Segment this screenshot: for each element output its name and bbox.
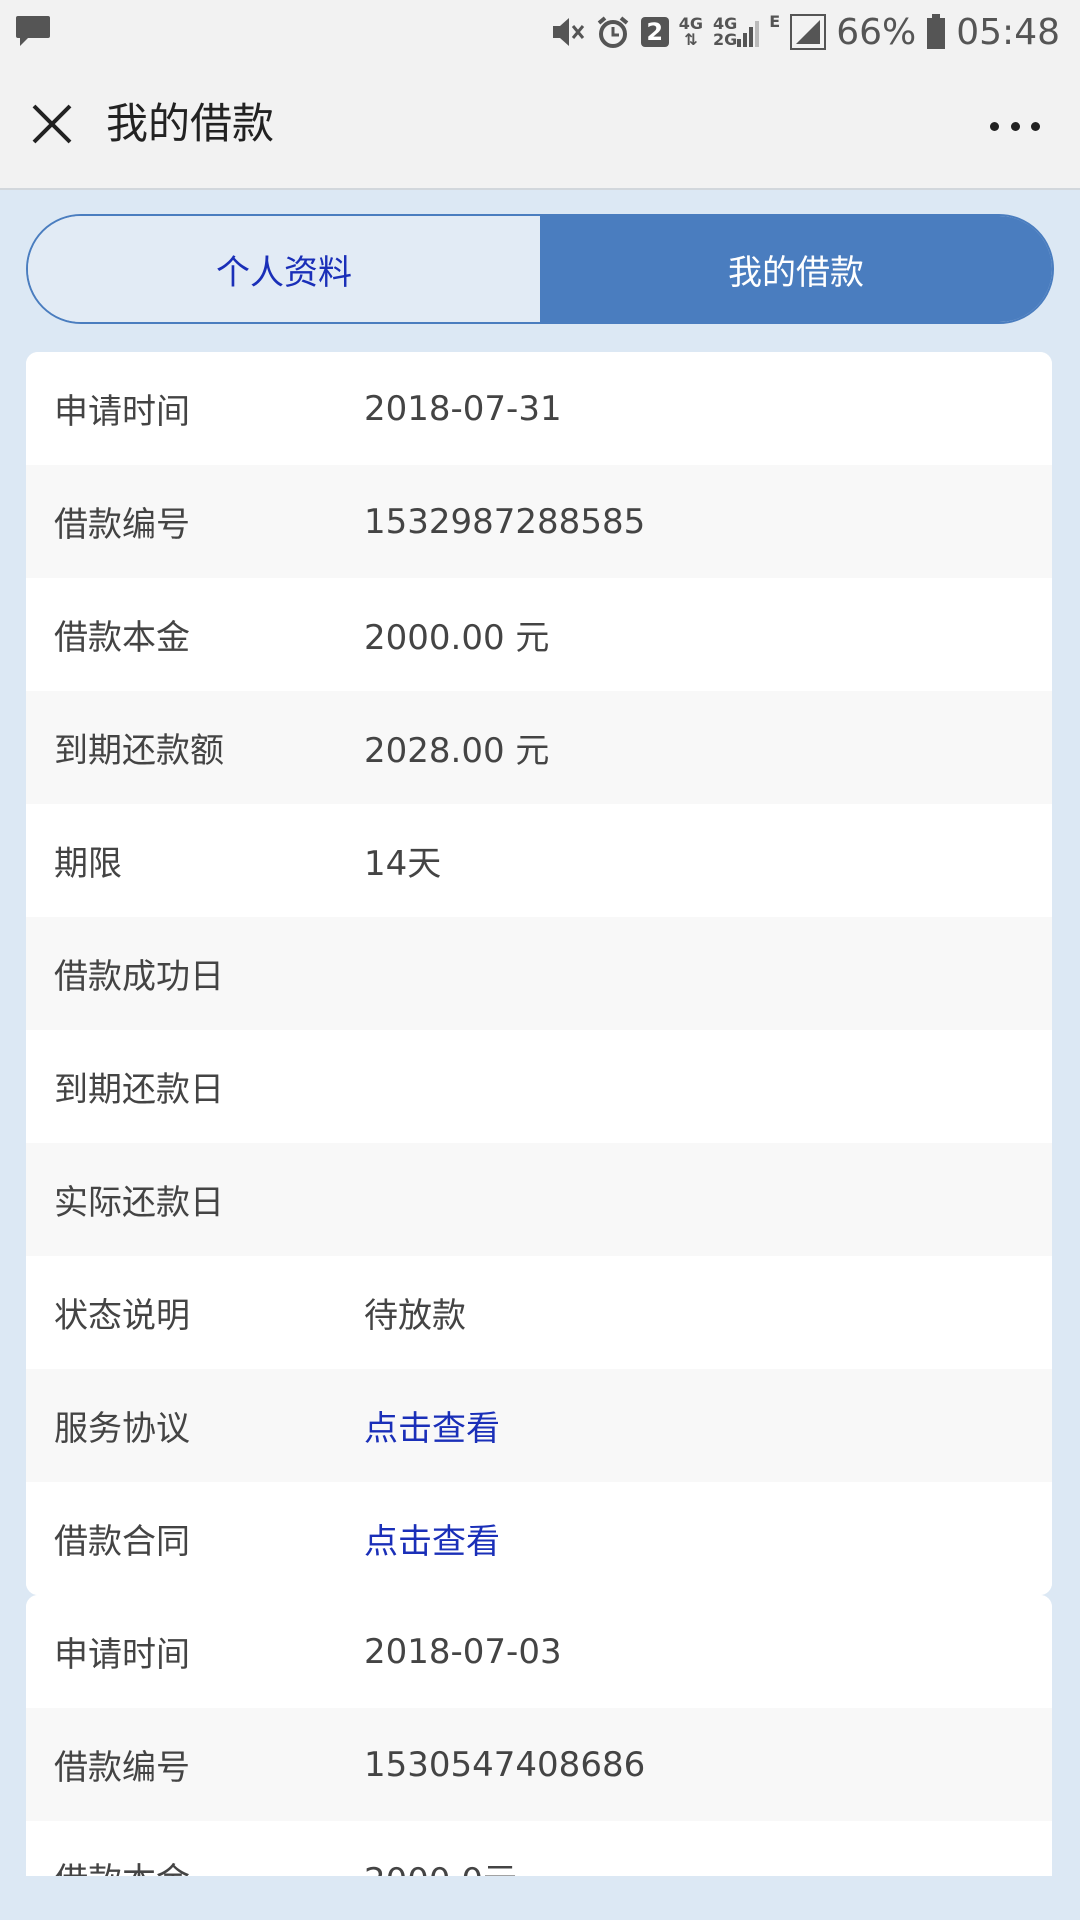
more-dot-icon [1031,121,1040,131]
tab-my-loans[interactable]: 我的借款 [540,216,1052,322]
status-bar: 2 4G ⇅ 4G 2G E 66% 05:48 [0,0,1080,64]
alarm-icon [595,14,631,50]
row-label: 服务协议 [54,1409,190,1449]
row-label: 申请时间 [54,1635,190,1675]
row-value: 2000.0元 [364,1853,517,1876]
row-value: 2018-07-03 [364,1631,562,1672]
row-label: 实际还款日 [54,1183,224,1223]
row-label: 借款本金 [54,618,190,658]
loan-row-principal: 借款本金 2000.0元 [26,1821,1052,1876]
loan-row-principal: 借款本金 2000.00 元 [26,578,1052,691]
app-bar: 我的借款 [0,64,1080,190]
view-loan-contract-link[interactable]: 点击查看 [364,1514,500,1563]
row-label: 到期还款日 [54,1070,224,1110]
row-label: 期限 [54,844,122,884]
network-e-icon: E [769,12,781,31]
network-4g-icon: 4G ⇅ [678,14,704,49]
more-dot-icon [990,121,999,131]
sim-badge-icon: 2 [640,14,669,50]
status-icons: 2 4G ⇅ 4G 2G E 66% 05:48 [549,10,1060,54]
loan-row-term: 期限 14天 [26,804,1052,917]
loan-card: 申请时间 2018-07-03 借款编号 1530547408686 借款本金 … [26,1595,1052,1876]
row-value: 2018-07-31 [364,388,562,429]
close-icon [32,104,72,144]
loan-row-actual-repay-date: 实际还款日 [26,1143,1052,1256]
loan-row-contract: 借款合同 点击查看 [26,1482,1052,1595]
row-label: 借款成功日 [54,957,224,997]
loan-row-success-date: 借款成功日 [26,917,1052,1030]
clock: 05:48 [956,11,1060,53]
loan-list[interactable]: 申请时间 2018-07-31 借款编号 1532987288585 借款本金 … [26,352,1052,1876]
more-options-button[interactable] [990,114,1040,138]
tab-personal-info[interactable]: 个人资料 [28,216,540,322]
signal-strength-icon [790,14,827,50]
battery-percent: 66% [836,11,917,53]
battery-icon [926,14,946,50]
message-notification-icon [16,12,52,52]
loan-row-loan-number: 借款编号 1530547408686 [26,1708,1052,1821]
view-service-agreement-link[interactable]: 点击查看 [364,1401,500,1450]
row-value: 14天 [364,844,442,884]
more-dot-icon [1010,121,1020,131]
loan-row-repayment-amount: 到期还款额 2028.00 元 [26,691,1052,804]
close-button[interactable] [30,102,74,146]
loan-row-status: 状态说明 待放款 [26,1256,1052,1369]
network-4g-2g-signal-icon: 4G 2G [713,14,760,50]
row-value: 1532987288585 [364,501,646,542]
loan-row-loan-number: 借款编号 1532987288585 [26,465,1052,578]
tab-bar: 个人资料 我的借款 [26,214,1054,324]
loan-row-due-date: 到期还款日 [26,1030,1052,1143]
row-label: 申请时间 [54,392,190,432]
loan-row-apply-time: 申请时间 2018-07-31 [26,352,1052,465]
row-value: 2028.00 元 [364,731,550,771]
row-label: 借款本金 [54,1853,364,1876]
row-label: 借款编号 [54,505,190,545]
page-title: 我的借款 [106,99,275,148]
row-label: 借款合同 [54,1522,190,1562]
loan-card: 申请时间 2018-07-31 借款编号 1532987288585 借款本金 … [26,352,1052,1595]
row-label: 到期还款额 [54,731,224,771]
status-value: 待放款 [364,1296,466,1336]
mute-icon [549,14,585,50]
row-label: 状态说明 [54,1296,190,1336]
loan-row-service-agreement: 服务协议 点击查看 [26,1369,1052,1482]
loan-row-apply-time: 申请时间 2018-07-03 [26,1595,1052,1708]
row-value: 1530547408686 [364,1744,646,1785]
row-value: 2000.00 元 [364,618,550,658]
row-label: 借款编号 [54,1748,190,1788]
